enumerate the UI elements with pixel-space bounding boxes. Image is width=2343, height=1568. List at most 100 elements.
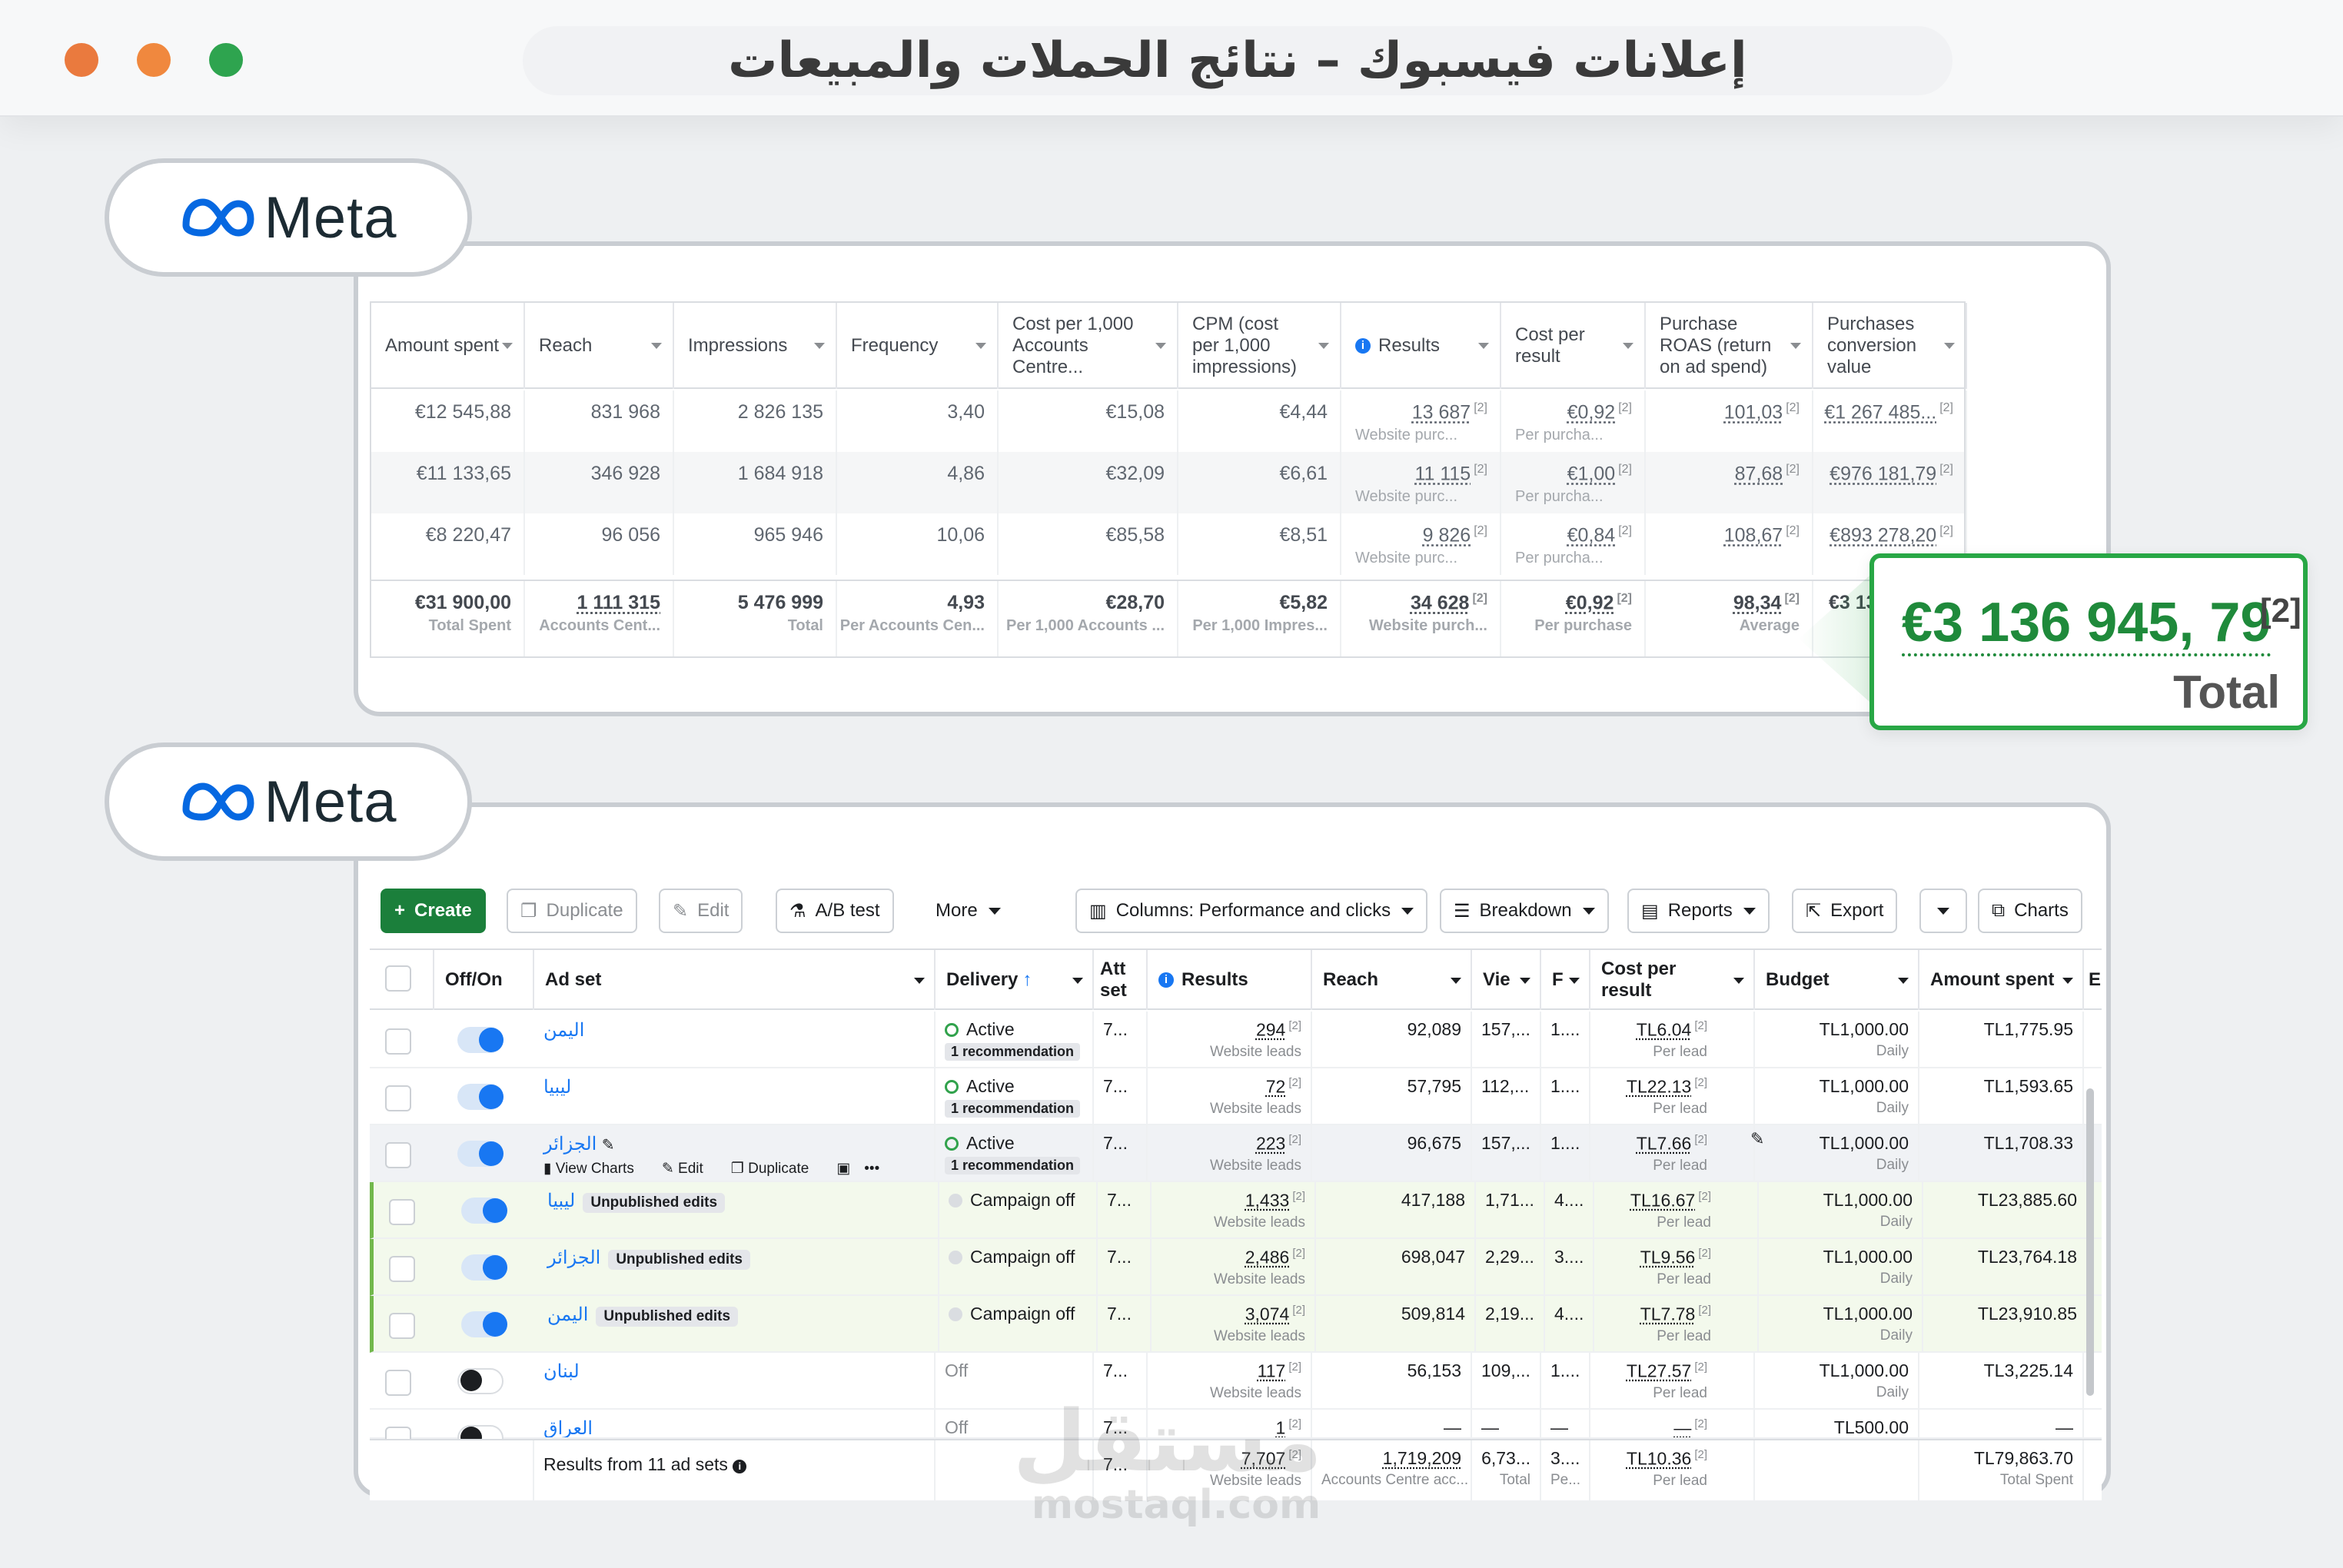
table-row[interactable]: ليبيا Active 1 recommendation 7... 72 [2] Webs… (370, 1068, 2102, 1125)
row-actions: ▮ View Charts ✎ Edit ❐ Duplicate ▣ ••• (543, 1160, 925, 1178)
preview-icon[interactable]: ▣ (836, 1161, 850, 1177)
maximize-dot[interactable] (209, 43, 243, 77)
pencil-icon[interactable]: ✎ (602, 1137, 615, 1154)
cell-impressions: 965 946 (674, 513, 837, 575)
col-reach[interactable]: Reach (525, 303, 674, 389)
col-purchase-roas[interactable]: Purchase ROAS (return on ad spend) (1646, 303, 1813, 389)
col-frequency[interactable]: F (1541, 950, 1590, 1010)
row-checkbox[interactable] (389, 1313, 415, 1339)
adset-toggle[interactable] (457, 1368, 503, 1394)
amount-spent-cell: — (1919, 1410, 2084, 1437)
adset-toggle[interactable] (457, 1141, 503, 1167)
adset-name-link[interactable]: العراق (543, 1418, 593, 1437)
more-button[interactable]: More (922, 889, 1015, 933)
more-actions-icon[interactable]: ••• (864, 1161, 879, 1177)
adset-toggle[interactable] (461, 1311, 507, 1337)
col-cost-per-1000-accounts[interactable]: Cost per 1,000 Accounts Centre... (999, 303, 1178, 389)
col-reach[interactable]: Reach (1312, 950, 1472, 1010)
unpublished-edits-badge: Unpublished edits (608, 1250, 750, 1270)
col-frequency[interactable]: Frequency (837, 303, 999, 389)
meta-wordmark: Meta (264, 769, 397, 835)
view-charts-action[interactable]: ▮ View Charts (543, 1161, 648, 1177)
sort-up-icon: ↑ (1022, 969, 1032, 990)
table-row[interactable]: ليبيا Unpublished edits Campaign off 7... 1,… (370, 1182, 2102, 1239)
adset-name-link[interactable]: الجزائر (547, 1247, 600, 1268)
vertical-scrollbar[interactable] (2086, 1088, 2094, 1396)
views-cell: 157,... (1472, 1012, 1541, 1067)
col-amount-spent[interactable]: Amount spent (371, 303, 525, 389)
summary-row[interactable]: €12 545,88 831 968 2 826 135 3,40 €15,08… (371, 390, 1967, 452)
col-cost-per-result[interactable]: Cost per result (1590, 950, 1755, 1010)
create-button[interactable]: + Create (381, 889, 486, 933)
summary-row[interactable]: €11 133,65 346 928 1 684 918 4,86 €32,09… (371, 452, 1967, 513)
adset-toggle[interactable] (461, 1254, 507, 1281)
col-ad-set[interactable]: Ad set (534, 950, 936, 1010)
table-row[interactable]: الجزائر ✎ ▮ View Charts ✎ Edit ❐ Duplicate ▣… (370, 1125, 2102, 1182)
col-delivery[interactable]: Delivery ↑ (936, 950, 1094, 1010)
edit-action[interactable]: ✎ Edit (662, 1161, 717, 1177)
info-icon[interactable]: i (733, 1460, 747, 1473)
cost-per-result-cell: TL22.13 [2] Per lead (1590, 1068, 1755, 1124)
col-cpm[interactable]: CPM (cost per 1,000 impressions) (1178, 303, 1341, 389)
columns-button[interactable]: ▥ Columns: Performance and clicks (1075, 889, 1428, 933)
export-button[interactable]: ⇱ Export (1792, 889, 1898, 933)
reports-button[interactable]: ▤ Reports (1627, 889, 1770, 933)
table-row[interactable]: اليمن Active 1 recommendation 7... 294 [2] Web… (370, 1012, 2102, 1068)
active-status-icon (945, 1080, 959, 1094)
footer-cpr: TL10.36 [2] Per lead (1590, 1440, 1755, 1500)
edit-button[interactable]: ✎ Edit (659, 889, 743, 933)
cost-per-result-cell: TL16.67 [2] Per lead (1594, 1182, 1759, 1237)
recommendation-badge[interactable]: 1 recommendation (945, 1043, 1081, 1061)
reach-cell: 509,814 (1316, 1296, 1476, 1351)
row-checkbox[interactable] (389, 1199, 415, 1225)
adset-name-link[interactable]: ليبيا (543, 1077, 571, 1098)
frequency-cell: 1.... (1541, 1353, 1590, 1408)
chevron-down-icon (1582, 907, 1595, 915)
duplicate-action[interactable]: ❐ Duplicate (731, 1161, 823, 1177)
table-row[interactable]: الجزائر Unpublished edits Campaign off 7...… (370, 1239, 2102, 1296)
adset-toggle[interactable] (461, 1198, 507, 1224)
summary-row[interactable]: €8 220,47 96 056 965 946 10,06 €85,58 €8… (371, 513, 1967, 575)
adset-name-link[interactable]: اليمن (547, 1304, 588, 1325)
col-purchases-conversion-value[interactable]: Purchases conversion value (1813, 303, 1967, 389)
duplicate-button[interactable]: ❐ Duplicate (507, 889, 637, 933)
row-checkbox[interactable] (389, 1256, 415, 1282)
row-checkbox[interactable] (385, 1028, 411, 1055)
minimize-dot[interactable] (137, 43, 171, 77)
adset-toggle[interactable] (457, 1027, 503, 1053)
off-status-icon (949, 1251, 962, 1264)
charts-button[interactable]: ⧉ Charts (1978, 889, 2082, 933)
row-checkbox[interactable] (385, 1370, 411, 1396)
col-impressions[interactable]: Impressions (674, 303, 837, 389)
select-all-header[interactable] (370, 950, 434, 1010)
col-views[interactable]: Vie (1472, 950, 1541, 1010)
select-all-checkbox[interactable] (385, 965, 411, 992)
col-off-on[interactable]: Off/On (434, 950, 534, 1010)
footer-spacer (370, 1440, 534, 1500)
col-results[interactable]: i Results (1341, 303, 1501, 389)
cell-reach: 346 928 (525, 452, 674, 513)
adset-name-link[interactable]: لبنان (543, 1361, 580, 1382)
window-title: إعلانات فيسبوك – نتائج الحملات والمبيعات (523, 26, 1952, 95)
adset-name-link[interactable]: اليمن (543, 1020, 584, 1041)
col-extra[interactable]: E (2084, 950, 2102, 1010)
breakdown-button[interactable]: ☰ Breakdown (1440, 889, 1609, 933)
recommendation-badge[interactable]: 1 recommendation (945, 1100, 1081, 1118)
col-budget[interactable]: Budget (1755, 950, 1919, 1010)
col-results[interactable]: i Results (1148, 950, 1312, 1010)
export-menu-button[interactable] (1919, 889, 1967, 933)
cell-roas: 108,67 [2] (1646, 513, 1813, 575)
col-cost-per-result[interactable]: Cost per result (1501, 303, 1646, 389)
col-amount-spent[interactable]: Amount spent (1919, 950, 2084, 1010)
ab-test-button[interactable]: ⚗ A/B test (776, 889, 894, 933)
row-checkbox[interactable] (385, 1085, 411, 1111)
table-row[interactable]: اليمن Unpublished edits Campaign off 7... 3,… (370, 1296, 2102, 1353)
row-checkbox[interactable] (385, 1142, 411, 1168)
col-attribution[interactable]: Att set (1094, 950, 1148, 1010)
adset-toggle[interactable] (457, 1084, 503, 1110)
budget-cell: TL1,000.00 Daily (1759, 1182, 1923, 1237)
adset-name-link[interactable]: ليبيا (547, 1191, 575, 1211)
recommendation-badge[interactable]: 1 recommendation (945, 1157, 1081, 1174)
adset-name-link[interactable]: الجزائر (543, 1134, 597, 1154)
close-dot[interactable] (65, 43, 98, 77)
